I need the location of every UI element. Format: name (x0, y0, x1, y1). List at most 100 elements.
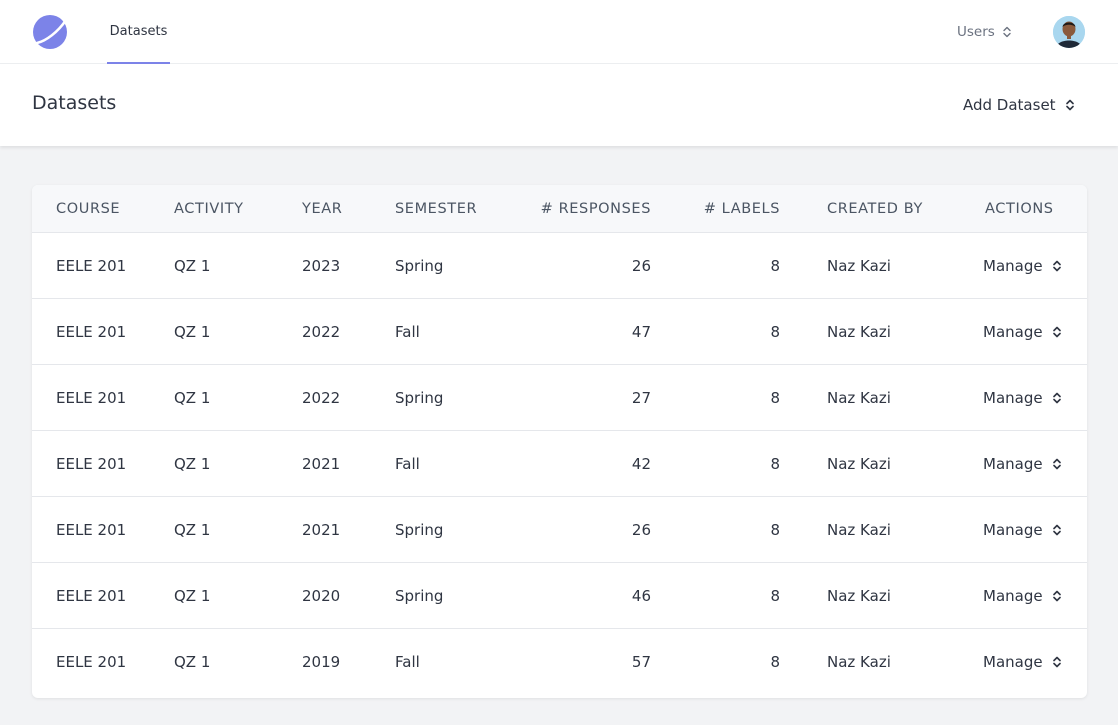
column-header-responses: # RESPONSES (540, 201, 651, 217)
chevron-up-down-icon (1065, 99, 1074, 111)
cell-responses: 26 (631, 257, 651, 275)
tab-datasets[interactable]: Datasets (107, 0, 170, 64)
avatar-image (1053, 16, 1085, 48)
table-row: EELE 201 QZ 1 2022 Spring 27 8 Naz Kazi Manage (32, 365, 1087, 431)
cell-activity: QZ 1 (174, 389, 211, 407)
cell-course: EELE 201 (56, 389, 127, 407)
table-row: EELE 201 QZ 1 2019 Fall 57 8 Naz Kazi Manage (32, 629, 1087, 695)
cell-year: 2021 (302, 455, 341, 473)
cell-labels: 8 (770, 323, 780, 341)
table-row: EELE 201 QZ 1 2023 Spring 26 8 Naz Kazi Manage (32, 233, 1087, 299)
cell-semester: Spring (395, 587, 444, 605)
manage-label: Manage (983, 653, 1043, 671)
table-row: EELE 201 QZ 1 2022 Fall 47 8 Naz Kazi Manage (32, 299, 1087, 365)
column-header-activity: ACTIVITY (174, 201, 244, 217)
cell-labels: 8 (770, 455, 780, 473)
manage-label: Manage (983, 389, 1043, 407)
cell-responses: 26 (631, 521, 651, 539)
cell-year: 2023 (302, 257, 341, 275)
manage-button[interactable]: Manage (983, 431, 1061, 497)
manage-label: Manage (983, 257, 1043, 275)
cell-activity: QZ 1 (174, 653, 211, 671)
cell-activity: QZ 1 (174, 455, 211, 473)
manage-button[interactable]: Manage (983, 365, 1061, 431)
manage-button[interactable]: Manage (983, 497, 1061, 563)
cell-responses: 42 (631, 455, 651, 473)
user-avatar[interactable] (1053, 16, 1085, 48)
cell-course: EELE 201 (56, 587, 127, 605)
cell-course: EELE 201 (56, 653, 127, 671)
manage-label: Manage (983, 521, 1043, 539)
cell-year: 2021 (302, 521, 341, 539)
table-row: EELE 201 QZ 1 2021 Fall 42 8 Naz Kazi Manage (32, 431, 1087, 497)
chevron-up-down-icon (1052, 392, 1061, 404)
manage-button[interactable]: Manage (983, 563, 1061, 629)
cell-created-by: Naz Kazi (827, 389, 891, 407)
chevron-up-down-icon (1052, 524, 1061, 536)
users-menu-button[interactable]: Users (957, 22, 1011, 42)
datasets-table: COURSE ACTIVITY YEAR SEMESTER # RESPONSE… (32, 185, 1087, 698)
page-header (0, 64, 1118, 146)
chevron-up-down-icon (1052, 590, 1061, 602)
table-row: EELE 201 QZ 1 2020 Spring 46 8 Naz Kazi Manage (32, 563, 1087, 629)
cell-year: 2020 (302, 587, 341, 605)
chevron-up-down-icon (1052, 458, 1061, 470)
cell-labels: 8 (770, 653, 780, 671)
cell-semester: Spring (395, 257, 444, 275)
cell-semester: Fall (395, 323, 420, 341)
cell-created-by: Naz Kazi (827, 323, 891, 341)
column-header-semester: SEMESTER (395, 201, 478, 217)
cell-year: 2022 (302, 389, 341, 407)
add-dataset-button[interactable]: Add Dataset (963, 95, 1074, 115)
cell-course: EELE 201 (56, 257, 127, 275)
column-header-year: YEAR (302, 201, 343, 217)
column-header-created-by: CREATED BY (827, 201, 923, 217)
cell-labels: 8 (770, 521, 780, 539)
cell-semester: Fall (395, 653, 420, 671)
table-header: COURSE ACTIVITY YEAR SEMESTER # RESPONSE… (32, 185, 1087, 233)
chevron-up-down-icon (1052, 656, 1061, 668)
users-menu-label: Users (957, 24, 995, 40)
chevron-up-down-icon (1052, 326, 1061, 338)
app-logo-icon[interactable] (32, 14, 68, 50)
manage-button[interactable]: Manage (983, 629, 1061, 695)
cell-activity: QZ 1 (174, 521, 211, 539)
cell-responses: 46 (631, 587, 651, 605)
column-header-labels: # LABELS (703, 201, 780, 217)
cell-responses: 57 (631, 653, 651, 671)
cell-activity: QZ 1 (174, 587, 211, 605)
manage-label: Manage (983, 587, 1043, 605)
cell-year: 2022 (302, 323, 341, 341)
cell-year: 2019 (302, 653, 341, 671)
cell-semester: Spring (395, 521, 444, 539)
manage-label: Manage (983, 323, 1043, 341)
cell-created-by: Naz Kazi (827, 653, 891, 671)
column-header-actions: ACTIONS (985, 201, 1054, 217)
chevron-up-down-icon (1003, 26, 1011, 38)
manage-button[interactable]: Manage (983, 233, 1061, 299)
cell-activity: QZ 1 (174, 323, 211, 341)
cell-activity: QZ 1 (174, 257, 211, 275)
cell-created-by: Naz Kazi (827, 257, 891, 275)
tab-datasets-label: Datasets (109, 23, 168, 39)
cell-semester: Spring (395, 389, 444, 407)
cell-course: EELE 201 (56, 455, 127, 473)
cell-responses: 47 (631, 323, 651, 341)
cell-semester: Fall (395, 455, 420, 473)
cell-created-by: Naz Kazi (827, 455, 891, 473)
top-navbar: Datasets Users (0, 0, 1118, 64)
cell-labels: 8 (770, 587, 780, 605)
table-row: EELE 201 QZ 1 2021 Spring 26 8 Naz Kazi Manage (32, 497, 1087, 563)
cell-labels: 8 (770, 389, 780, 407)
manage-label: Manage (983, 455, 1043, 473)
cell-course: EELE 201 (56, 323, 127, 341)
cell-labels: 8 (770, 257, 780, 275)
chevron-up-down-icon (1052, 260, 1061, 272)
cell-course: EELE 201 (56, 521, 127, 539)
column-header-course: COURSE (56, 201, 121, 217)
cell-responses: 27 (631, 389, 651, 407)
cell-created-by: Naz Kazi (827, 521, 891, 539)
add-dataset-label: Add Dataset (963, 96, 1056, 114)
page-title: Datasets (32, 92, 117, 114)
manage-button[interactable]: Manage (983, 299, 1061, 365)
